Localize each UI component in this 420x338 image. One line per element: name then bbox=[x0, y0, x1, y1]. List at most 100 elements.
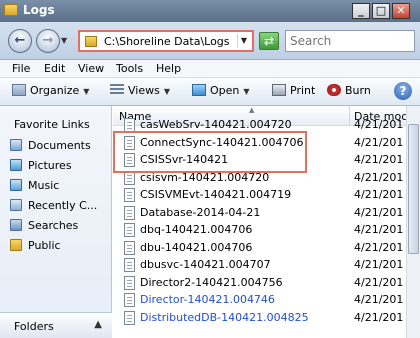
file-date: 4/21/201 bbox=[354, 223, 404, 236]
file-name: Database-2014-04-21 bbox=[140, 205, 261, 219]
file-date: 4/21/201 bbox=[354, 310, 404, 324]
text-file-icon bbox=[124, 310, 135, 325]
file-row[interactable]: dbu-140421.004706 4/21/201 bbox=[113, 240, 420, 257]
burn-button[interactable]: Burn bbox=[327, 84, 371, 97]
nav-item-documents[interactable]: Documents bbox=[10, 139, 110, 155]
text-file-icon bbox=[124, 275, 135, 290]
address-row: ← → ▼ C:\Shoreline Data\Logs ▼ ⇄ bbox=[0, 22, 420, 60]
text-file-icon bbox=[124, 188, 135, 202]
file-date: 4/21/201 bbox=[354, 275, 404, 289]
text-file-icon bbox=[124, 170, 135, 185]
file-name: dbu-140421.004706 bbox=[140, 240, 253, 254]
documents-icon bbox=[10, 139, 22, 151]
file-name: ConnectSync-140421.004706 bbox=[140, 135, 304, 149]
favorite-links-heading: Favorite Links bbox=[14, 118, 90, 131]
help-icon[interactable]: ? bbox=[394, 82, 412, 100]
file-name: CSISVMEvt-140421.004719 bbox=[140, 188, 292, 201]
address-path: C:\Shoreline Data\Logs bbox=[104, 35, 230, 48]
file-name: Director-140421.004746 bbox=[140, 293, 275, 306]
chevron-down-icon: ▼ bbox=[163, 87, 170, 96]
file-date: 4/21/201 bbox=[354, 135, 404, 149]
search-box[interactable] bbox=[285, 30, 415, 52]
file-name: dbusvc-140421.004707 bbox=[140, 258, 271, 271]
navigation-pane: Favorite Links Documents Pictures Music … bbox=[0, 106, 112, 338]
text-file-icon bbox=[124, 223, 135, 237]
close-button[interactable]: ✕ bbox=[392, 3, 410, 19]
file-row[interactable]: ConnectSync-140421.004706 4/21/201 bbox=[113, 135, 420, 152]
toolbar: Organize ▼ Views ▼ Open ▼ Print Burn ? bbox=[0, 78, 420, 106]
views-icon bbox=[110, 84, 124, 96]
pictures-icon bbox=[10, 159, 22, 171]
open-button[interactable]: Open ▼ bbox=[192, 84, 250, 97]
menu-tools[interactable]: Tools bbox=[116, 62, 143, 75]
file-row[interactable]: DistributedDB-140421.004825 4/21/201 bbox=[113, 310, 420, 327]
music-icon bbox=[10, 179, 22, 191]
file-list: Name ▲ Date moc casWebSrv-140421.004720 4… bbox=[113, 106, 420, 338]
folder-icon bbox=[4, 4, 18, 16]
text-file-icon bbox=[124, 135, 135, 150]
file-row[interactable]: casWebSrv-140421.004720 4/21/201 bbox=[113, 117, 420, 134]
vertical-scrollbar[interactable] bbox=[406, 106, 420, 338]
views-button[interactable]: Views ▼ bbox=[110, 84, 170, 97]
menu-view[interactable]: View bbox=[78, 62, 104, 75]
file-row[interactable]: dbusvc-140421.004707 4/21/201 bbox=[113, 257, 420, 274]
refresh-button[interactable]: ⇄ bbox=[259, 32, 279, 50]
text-file-icon bbox=[124, 153, 135, 167]
file-row[interactable]: Director2-140421.004756 4/21/201 bbox=[113, 275, 420, 292]
organize-icon bbox=[12, 84, 26, 96]
title-bar: Logs _ □ ✕ bbox=[0, 0, 420, 22]
scrollbar-thumb[interactable] bbox=[408, 124, 419, 254]
nav-item-recently-changed[interactable]: Recently C... bbox=[10, 199, 110, 215]
menu-file[interactable]: File bbox=[12, 62, 30, 75]
file-name: Director2-140421.004756 bbox=[140, 275, 283, 289]
nav-item-public[interactable]: Public bbox=[10, 239, 110, 255]
menu-bar: File Edit View Tools Help bbox=[0, 60, 420, 78]
forward-button[interactable]: → bbox=[36, 29, 60, 53]
menu-edit[interactable]: Edit bbox=[44, 62, 65, 75]
menu-help[interactable]: Help bbox=[156, 62, 181, 75]
folders-toggle[interactable]: Folders ▲ bbox=[0, 312, 112, 338]
text-file-icon bbox=[124, 205, 135, 220]
public-folder-icon bbox=[10, 239, 22, 251]
nav-item-searches[interactable]: Searches bbox=[10, 219, 110, 235]
chevron-down-icon: ▼ bbox=[243, 87, 250, 96]
address-dropdown-icon[interactable]: ▼ bbox=[237, 34, 250, 48]
organize-button[interactable]: Organize ▼ bbox=[12, 84, 89, 97]
history-dropdown-icon[interactable]: ▼ bbox=[61, 36, 67, 45]
text-file-icon bbox=[124, 293, 135, 307]
nav-item-pictures[interactable]: Pictures bbox=[10, 159, 110, 175]
print-button[interactable]: Print bbox=[272, 84, 315, 97]
folders-label: Folders bbox=[14, 320, 54, 333]
file-name: dbq-140421.004706 bbox=[140, 223, 253, 236]
file-date: 4/21/201 bbox=[354, 170, 404, 184]
text-file-icon bbox=[124, 258, 135, 272]
back-button[interactable]: ← bbox=[8, 29, 32, 53]
file-name: DistributedDB-140421.004825 bbox=[140, 310, 309, 324]
open-icon bbox=[192, 84, 206, 96]
address-bar[interactable]: C:\Shoreline Data\Logs ▼ bbox=[78, 30, 254, 52]
file-row[interactable]: Director-140421.004746 4/21/201 bbox=[113, 292, 420, 309]
file-name: csisvm-140421.004720 bbox=[140, 170, 270, 184]
nav-item-music[interactable]: Music bbox=[10, 179, 110, 195]
search-input[interactable] bbox=[286, 31, 414, 51]
file-name: CSISSvr-140421 bbox=[140, 153, 229, 166]
searches-icon bbox=[10, 219, 22, 231]
file-row[interactable]: CSISVMEvt-140421.004719 4/21/201 bbox=[113, 187, 420, 204]
file-row[interactable]: Database-2014-04-21 4/21/201 bbox=[113, 205, 420, 222]
file-row[interactable]: CSISSvr-140421 4/21/201 bbox=[113, 152, 420, 169]
text-file-icon bbox=[124, 118, 135, 132]
maximize-button[interactable]: □ bbox=[372, 3, 390, 19]
minimize-button[interactable]: _ bbox=[352, 3, 370, 19]
file-date: 4/21/201 bbox=[354, 153, 404, 166]
burn-disc-icon bbox=[327, 84, 341, 96]
file-date: 4/21/201 bbox=[354, 118, 404, 131]
folder-icon bbox=[85, 36, 97, 47]
file-date: 4/21/201 bbox=[354, 258, 404, 271]
file-row[interactable]: csisvm-140421.004720 4/21/201 bbox=[113, 170, 420, 187]
file-name: casWebSrv-140421.004720 bbox=[140, 118, 292, 131]
file-row[interactable]: dbq-140421.004706 4/21/201 bbox=[113, 222, 420, 239]
printer-icon bbox=[272, 84, 286, 96]
file-date: 4/21/201 bbox=[354, 205, 404, 219]
chevron-down-icon: ▼ bbox=[83, 87, 90, 96]
recent-icon bbox=[10, 199, 22, 211]
